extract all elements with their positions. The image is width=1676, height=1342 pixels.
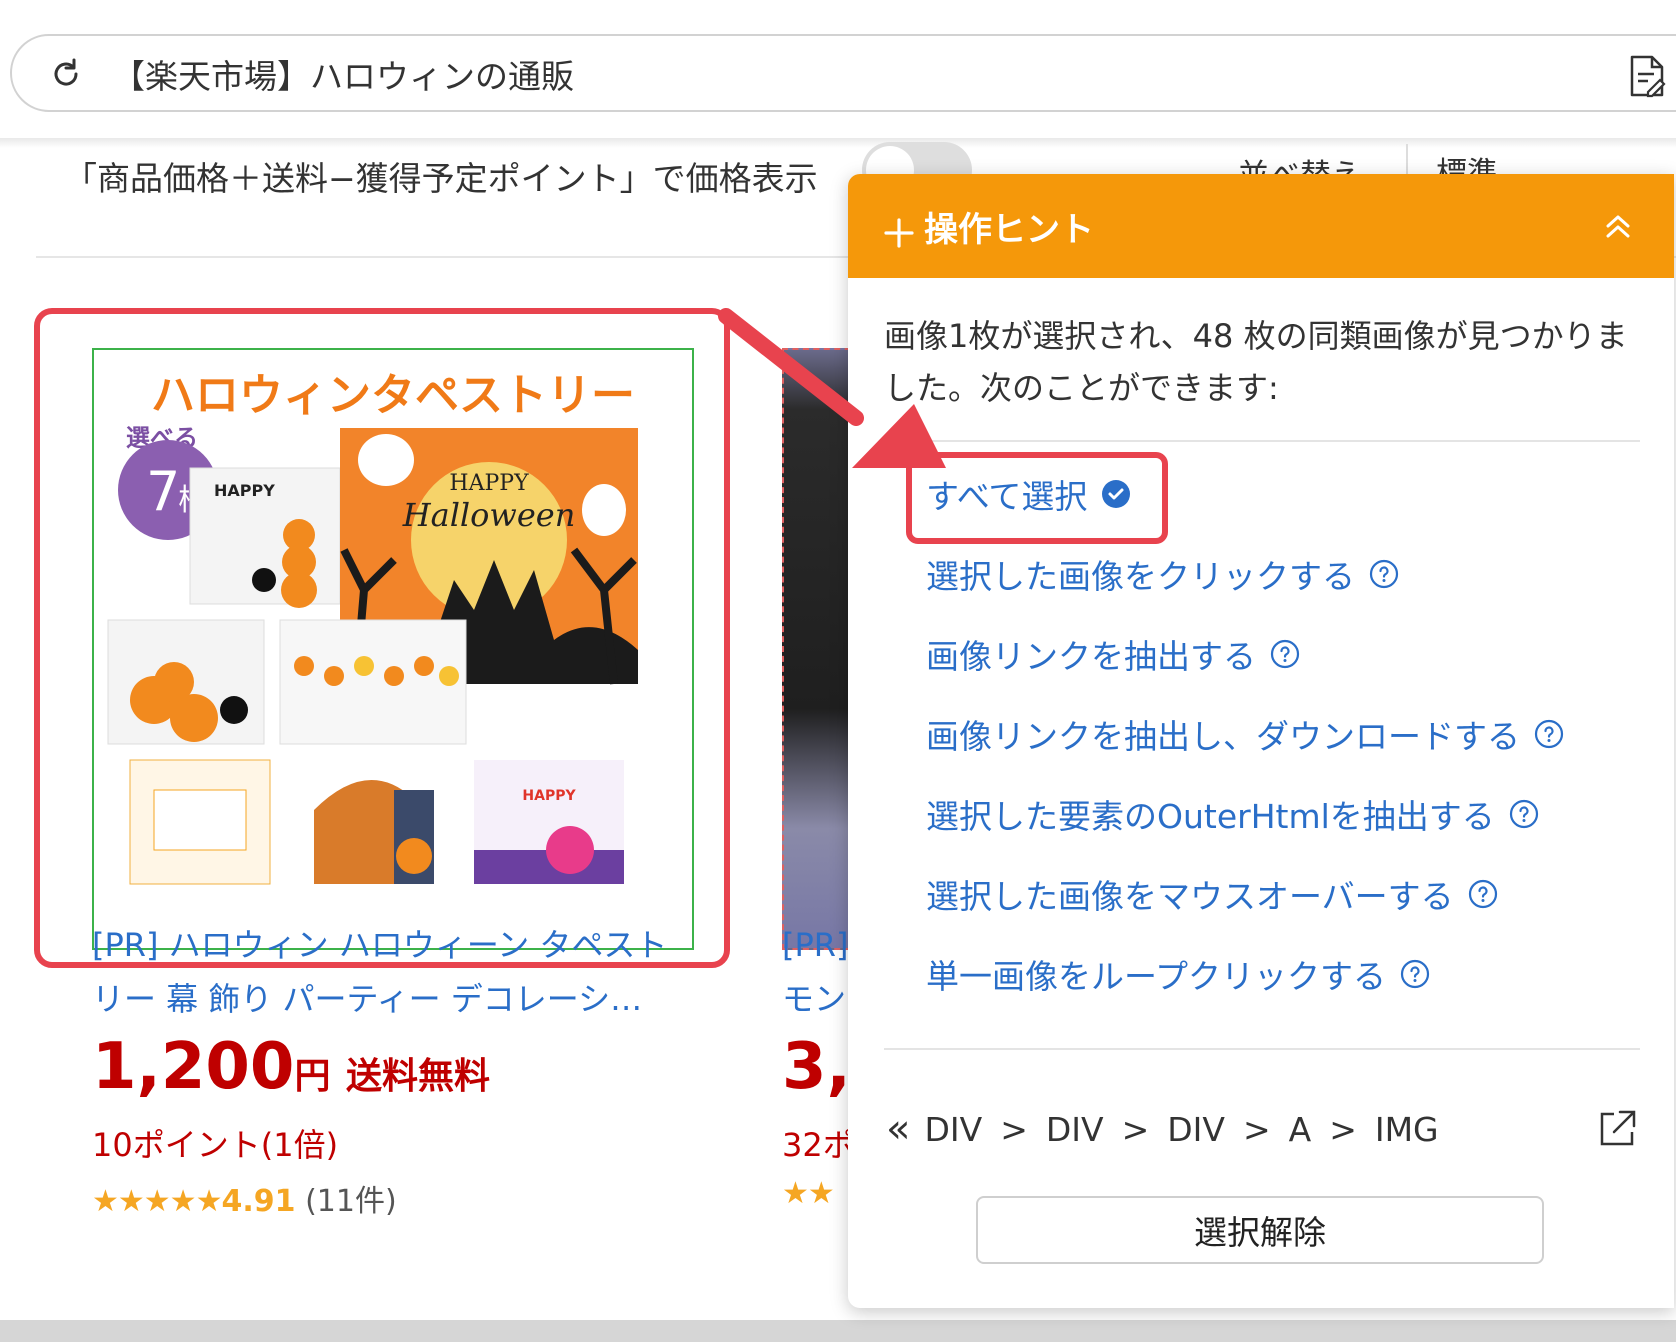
action-extract-outerhtml[interactable]: 選択した要素のOuterHtmlを抽出する (926, 790, 1539, 838)
action-label: 選択した画像をクリックする (926, 557, 1355, 596)
action-label: すべて選択 (926, 477, 1088, 516)
action-extract-download[interactable]: 画像リンクを抽出し、ダウンロードする (926, 710, 1564, 758)
action-click-image[interactable]: 選択した画像をクリックする (926, 550, 1399, 598)
rating-value: 4.91 (221, 1184, 296, 1219)
action-label: 画像リンクを抽出する (926, 637, 1256, 676)
rating-2: ★★ (782, 1176, 835, 1211)
address-bar[interactable]: 【楽天市場】ハロウィンの通販 (10, 34, 1676, 112)
toolbar-shadow (0, 138, 1676, 148)
rating-stars-2: ★★ (782, 1176, 835, 1211)
panel-header: 操作ヒント (848, 174, 1674, 278)
page-bottom-bar (0, 1320, 1676, 1342)
image-title: ハロウィンタペストリー (151, 370, 635, 421)
path-separator: > (1000, 1109, 1028, 1149)
action-select-all[interactable]: すべて選択 (926, 470, 1131, 518)
help-icon[interactable] (1509, 799, 1539, 829)
path-separator: > (1329, 1109, 1357, 1149)
product-title-2-line1: [PR] (782, 926, 849, 964)
browser-toolbar: 【楽天市場】ハロウィンの通販 (0, 0, 1676, 140)
move-icon[interactable] (884, 217, 914, 248)
action-label: 選択した要素のOuterHtmlを抽出する (926, 797, 1495, 836)
product-image[interactable]: ハロウィンタペストリー 選べる 7 柄 HAPPY HAPPY Hallowee… (92, 348, 694, 950)
product-title-2[interactable]: [PR] モン (782, 918, 852, 1026)
collapse-icon[interactable] (1600, 208, 1636, 244)
rating: ★★★★★4.91 (11件) (92, 1176, 397, 1220)
page-document-icon[interactable] (1628, 54, 1668, 98)
panel-title-text: 操作ヒント (924, 210, 1094, 250)
product-title[interactable]: [PR] ハロウィン ハロウィーン タペスト リー 幕 飾り パーティー デコレ… (92, 918, 732, 1026)
rating-stars: ★★★★★ (92, 1184, 222, 1219)
product-title-line2: リー 幕 飾り パーティー デコレーシ… (92, 980, 643, 1018)
help-icon[interactable] (1270, 639, 1300, 669)
path-node[interactable]: IMG (1375, 1110, 1439, 1149)
action-loop-click[interactable]: 単一画像をループクリックする (926, 950, 1430, 998)
halloween-tapestry-image: ハロウィンタペストリー 選べる 7 柄 HAPPY HAPPY Hallowee… (107, 370, 638, 885)
help-icon[interactable] (1400, 959, 1430, 989)
image-happy-3: HAPPY (522, 788, 576, 804)
image-happy-1: HAPPY (214, 481, 275, 500)
reload-icon[interactable] (48, 56, 84, 92)
check-circle-icon (1102, 480, 1131, 508)
help-icon[interactable] (1468, 879, 1498, 909)
page-title: 【楽天市場】ハロウィンの通販 (112, 57, 574, 96)
deselect-button[interactable]: 選択解除 (976, 1196, 1544, 1264)
price-display-label: 「商品価格＋送料−獲得予定ポイント」で価格表示 (64, 159, 818, 198)
product-title-line1: [PR] ハロウィン ハロウィーン タペスト (92, 926, 668, 964)
path-separator: > (1121, 1109, 1150, 1149)
panel-description: 画像1枚が選択され、48 枚の同類画像が見つかりました。次のことができます: (884, 317, 1628, 407)
external-link-icon[interactable] (1596, 1108, 1638, 1150)
path-separator: > (1242, 1109, 1271, 1149)
action-label: 単一画像をループクリックする (926, 957, 1387, 996)
points-label: 10ポイント(1倍) (92, 1126, 339, 1164)
price-unit: 円 (294, 1056, 331, 1097)
element-path: « DIV > DIV > DIV > A > IMG (886, 1106, 1439, 1152)
product-title-2-line2: モン (782, 980, 847, 1018)
image-count: 7 (146, 460, 180, 523)
points-label-2: 32ポ (782, 1126, 855, 1164)
action-label: 選択した画像をマウスオーバーする (926, 877, 1454, 916)
price-number: 1,200 (92, 1030, 295, 1104)
image-happy-2: HAPPY (449, 471, 529, 496)
help-icon[interactable] (1369, 559, 1399, 589)
path-node[interactable]: DIV (1046, 1110, 1104, 1149)
panel-divider (884, 1048, 1640, 1050)
product-price: 1,200円 送料無料 (92, 1030, 490, 1104)
path-back-icon[interactable]: « (886, 1106, 910, 1152)
path-node[interactable]: DIV (1167, 1110, 1225, 1149)
path-node[interactable]: A (1289, 1110, 1312, 1149)
help-icon[interactable] (1534, 719, 1564, 749)
operation-hint-panel: 操作ヒント 画像1枚が選択され、48 枚の同類画像が見つかりました。次のことがで… (848, 174, 1674, 1308)
panel-title[interactable]: 操作ヒント (884, 202, 1094, 251)
path-node[interactable]: DIV (924, 1110, 982, 1149)
shipping-badge: 送料無料 (346, 1056, 491, 1097)
action-label: 画像リンクを抽出し、ダウンロードする (926, 717, 1520, 756)
action-mouseover[interactable]: 選択した画像をマウスオーバーする (926, 870, 1498, 918)
action-extract-link[interactable]: 画像リンクを抽出する (926, 630, 1300, 678)
review-count: (11件) (305, 1184, 397, 1219)
panel-divider (884, 440, 1640, 442)
image-halloween: Halloween (402, 496, 576, 534)
